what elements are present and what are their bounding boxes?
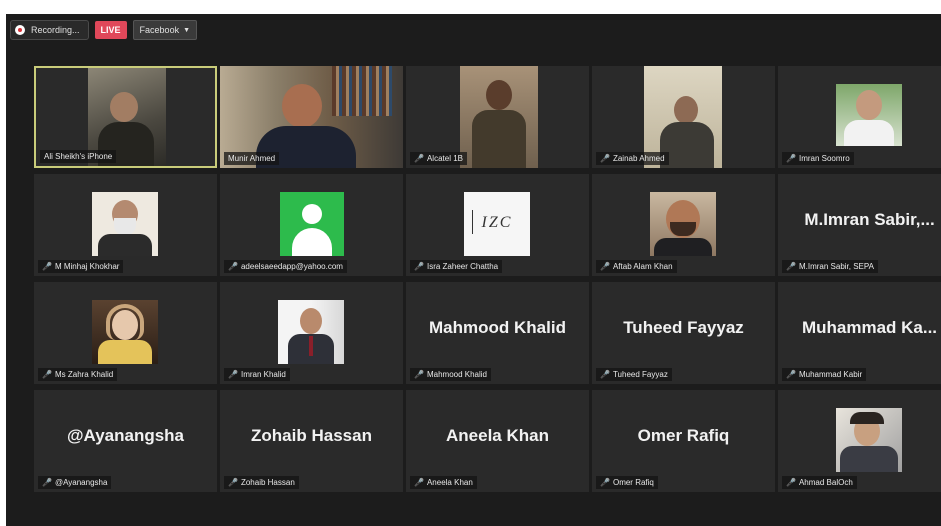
participant-label: 🎤 Isra Zaheer Chattha xyxy=(410,260,503,273)
video-tile[interactable]: Mahmood Khalid 🎤 Mahmood Khalid xyxy=(406,282,589,384)
participant-display-name: Omer Rafiq xyxy=(637,426,730,445)
participant-photo xyxy=(278,300,344,364)
live-badge[interactable]: LIVE xyxy=(94,21,127,39)
mic-muted-icon: 🎤 xyxy=(42,262,52,271)
video-tile[interactable]: 🎤 M Minhaj Khokhar xyxy=(34,174,217,276)
participant-label: Munir Ahmed xyxy=(224,152,280,165)
video-tile[interactable]: 🎤 Aftab Alam Khan xyxy=(592,174,775,276)
participant-label: 🎤 Aftab Alam Khan xyxy=(596,260,677,273)
participant-label: 🎤 Zohaib Hassan xyxy=(224,476,299,489)
mic-muted-icon: 🎤 xyxy=(228,478,238,487)
video-tile[interactable]: 🎤 Alcatel 1B xyxy=(406,66,589,168)
mic-muted-icon: 🎤 xyxy=(786,262,796,271)
participant-label: 🎤 Aneela Khan xyxy=(410,476,477,489)
record-dot-icon xyxy=(15,25,25,35)
participant-display-name: Tuheed Fayyaz xyxy=(623,318,744,337)
participant-video xyxy=(460,66,538,168)
mic-muted-icon: 🎤 xyxy=(228,262,238,271)
video-tile[interactable]: Munir Ahmed xyxy=(220,66,403,168)
participant-photo xyxy=(92,192,158,256)
participant-label: 🎤 Zainab Ahmed xyxy=(596,152,669,165)
mic-muted-icon: 🎤 xyxy=(228,370,238,379)
participant-photo xyxy=(650,192,716,256)
video-tile[interactable]: Muhammad Ka... 🎤 Muhammad Kabir xyxy=(778,282,941,384)
mic-muted-icon: 🎤 xyxy=(600,478,610,487)
participant-label: 🎤 Muhammad Kabir xyxy=(782,368,867,381)
video-tile[interactable]: M.Imran Sabir,... 🎤 M.Imran Sabir, SEPA xyxy=(778,174,941,276)
participant-photo xyxy=(836,84,902,146)
participant-photo xyxy=(92,300,158,364)
top-toolbar: Recording... LIVE Facebook ▼ xyxy=(10,20,198,40)
participant-label: 🎤 Alcatel 1B xyxy=(410,152,467,165)
recording-label: Recording... xyxy=(31,25,80,35)
stream-target-dropdown[interactable]: Facebook ▼ xyxy=(132,20,198,40)
video-tile[interactable]: @Ayanangsha 🎤 @Ayanangsha xyxy=(34,390,217,492)
participant-label: 🎤 Imran Soomro xyxy=(782,152,854,165)
video-tile[interactable]: Zohaib Hassan 🎤 Zohaib Hassan xyxy=(220,390,403,492)
video-tile[interactable]: 🎤 adeelsaeedapp@yahoo.com xyxy=(220,174,403,276)
video-tile[interactable]: 🎤 Imran Khalid xyxy=(220,282,403,384)
video-tile[interactable]: 🎤 Zainab Ahmed xyxy=(592,66,775,168)
mic-muted-icon: 🎤 xyxy=(42,478,52,487)
mic-muted-icon: 🎤 xyxy=(600,154,610,163)
video-tile[interactable]: Aneela Khan 🎤 Aneela Khan xyxy=(406,390,589,492)
stream-target-label: Facebook xyxy=(139,25,180,35)
meeting-screen: Recording... LIVE Facebook ▼ Ali Sheikh'… xyxy=(6,14,941,526)
video-tile[interactable]: Tuheed Fayyaz 🎤 Tuheed Fayyaz xyxy=(592,282,775,384)
participant-display-name: Muhammad Ka... xyxy=(801,318,938,337)
participant-label: 🎤 Ms Zahra Khalid xyxy=(38,368,118,381)
mic-muted-icon: 🎤 xyxy=(414,262,424,271)
mic-muted-icon: 🎤 xyxy=(786,478,796,487)
default-avatar xyxy=(280,192,344,256)
mic-muted-icon: 🎤 xyxy=(414,370,424,379)
participant-display-name: Aneela Khan xyxy=(446,426,549,445)
mic-muted-icon: 🎤 xyxy=(414,478,424,487)
participant-label: 🎤 Tuheed Fayyaz xyxy=(596,368,672,381)
participant-label: 🎤 @Ayanangsha xyxy=(38,476,112,489)
recording-indicator[interactable]: Recording... xyxy=(10,20,89,40)
video-tile[interactable]: IZC 🎤 Isra Zaheer Chattha xyxy=(406,174,589,276)
participant-photo xyxy=(836,408,902,472)
participant-label: 🎤 Omer Rafiq xyxy=(596,476,658,489)
participant-display-name: @Ayanangsha xyxy=(66,426,185,445)
participant-label: 🎤 M Minhaj Khokhar xyxy=(38,260,124,273)
mic-muted-icon: 🎤 xyxy=(42,370,52,379)
participant-label: 🎤 Ahmad BalOch xyxy=(782,476,857,489)
participant-label: 🎤 adeelsaeedapp@yahoo.com xyxy=(224,260,347,273)
participant-label: Ali Sheikh's iPhone xyxy=(40,150,117,163)
mic-muted-icon: 🎤 xyxy=(786,370,796,379)
mic-muted-icon: 🎤 xyxy=(600,262,610,271)
participant-label: 🎤 Mahmood Khalid xyxy=(410,368,492,381)
video-tile[interactable]: 🎤 Imran Soomro xyxy=(778,66,941,168)
video-tile[interactable]: 🎤 Ahmad BalOch xyxy=(778,390,941,492)
mic-muted-icon: 🎤 xyxy=(600,370,610,379)
participant-display-name: Mahmood Khalid xyxy=(429,318,566,337)
participant-label: 🎤 M.Imran Sabir, SEPA xyxy=(782,260,878,273)
participant-display-name: Zohaib Hassan xyxy=(251,426,372,445)
mic-muted-icon: 🎤 xyxy=(786,154,796,163)
participant-display-name: M.Imran Sabir,... xyxy=(804,210,935,229)
video-grid: Ali Sheikh's iPhone Munir Ahmed 🎤 Alcatel… xyxy=(34,66,941,502)
mic-muted-icon: 🎤 xyxy=(414,154,424,163)
participant-logo: IZC xyxy=(464,192,530,256)
participant-label: 🎤 Imran Khalid xyxy=(224,368,290,381)
video-tile[interactable]: Omer Rafiq 🎤 Omer Rafiq xyxy=(592,390,775,492)
video-tile[interactable]: 🎤 Ms Zahra Khalid xyxy=(34,282,217,384)
chevron-down-icon: ▼ xyxy=(183,26,191,34)
video-tile[interactable]: Ali Sheikh's iPhone xyxy=(34,66,217,168)
